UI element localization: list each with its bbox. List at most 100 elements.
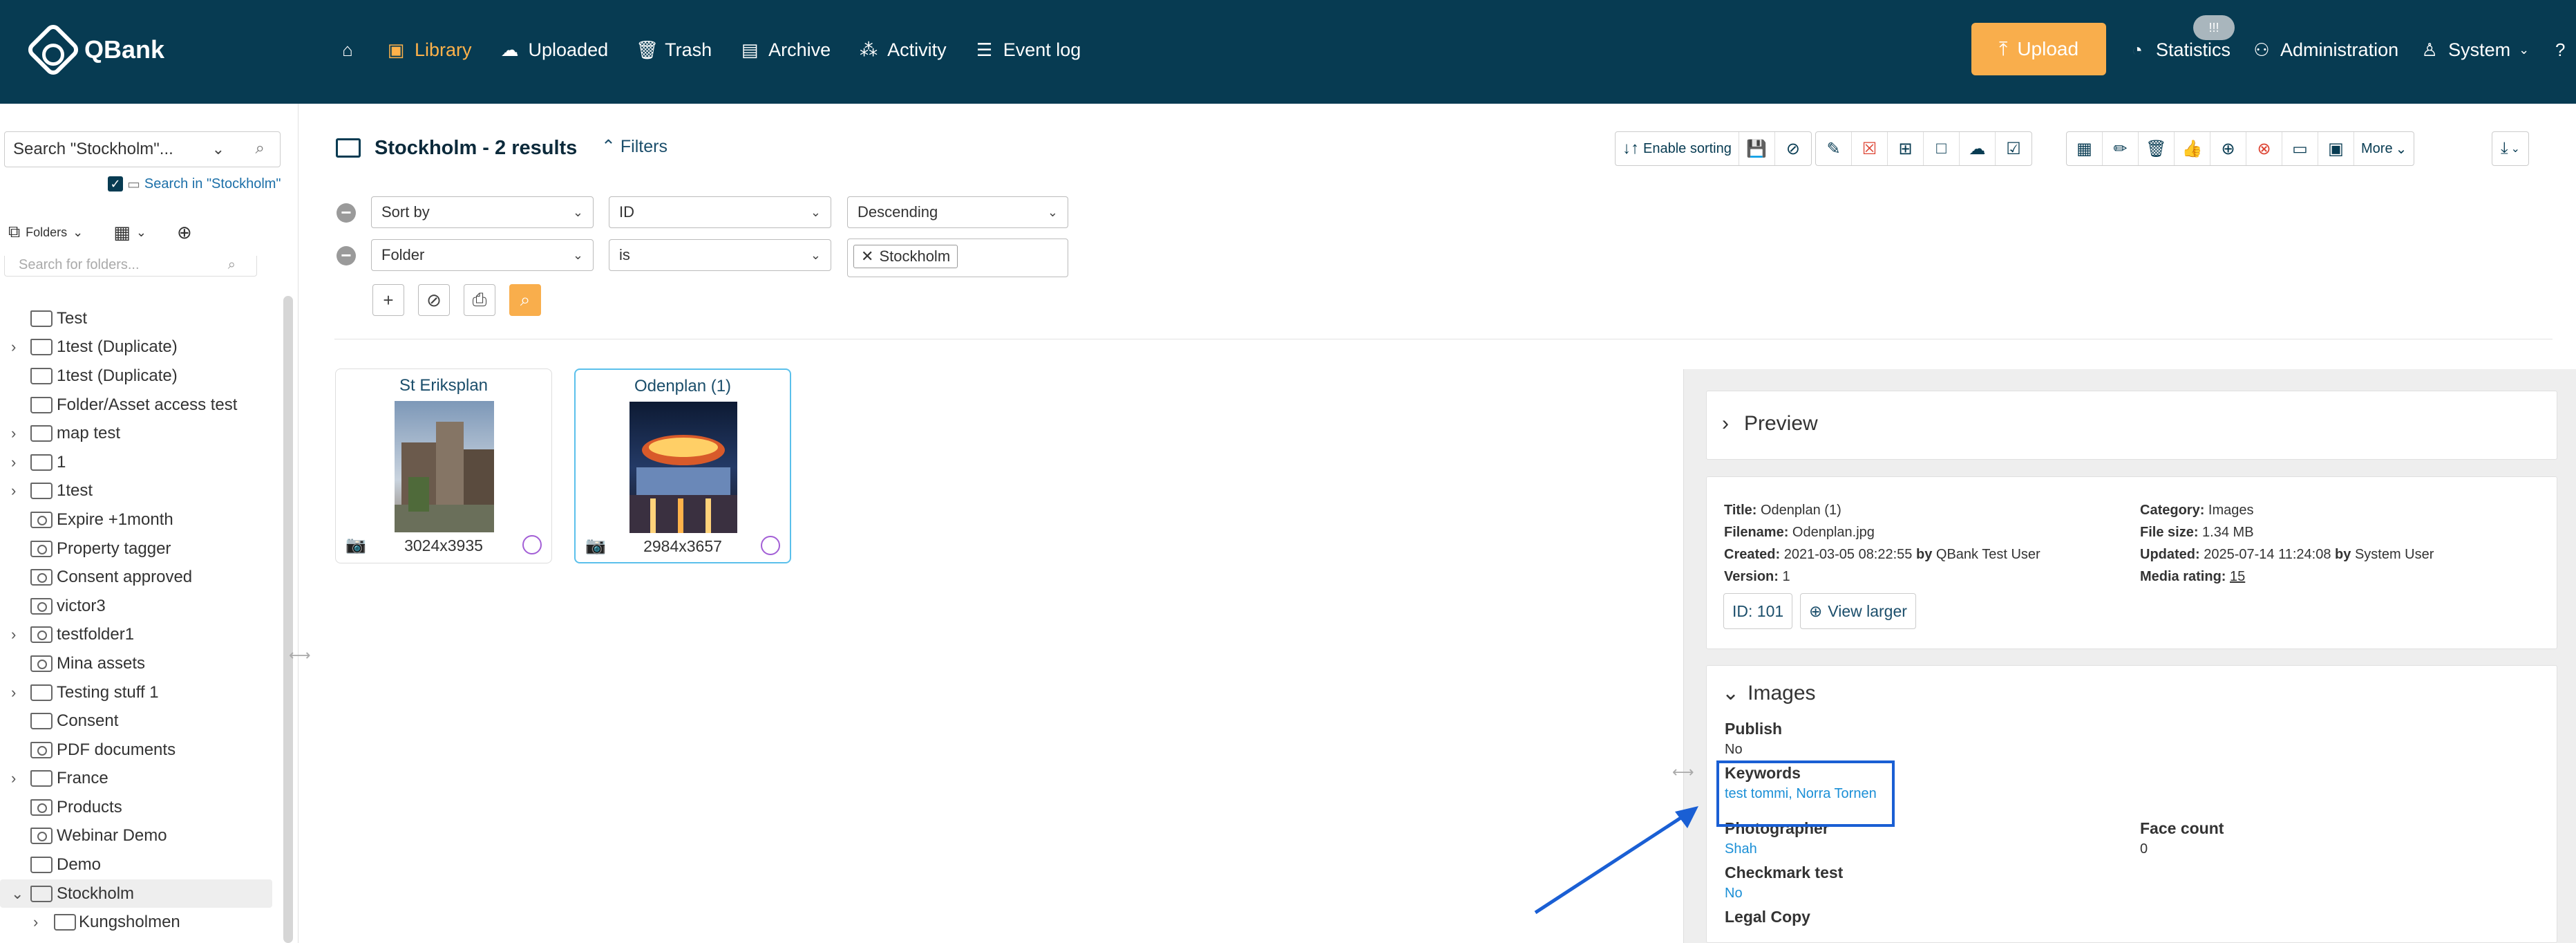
- resize-handle-icon[interactable]: ⟷: [289, 646, 311, 664]
- sort-direction-select[interactable]: Descending ⌄: [847, 196, 1068, 228]
- pencil-icon[interactable]: ✏: [2103, 132, 2139, 165]
- search-icon[interactable]: ⌕: [256, 139, 265, 158]
- asset-thumbnail[interactable]: [629, 402, 737, 533]
- nav-event-log[interactable]: ☰ Event log: [974, 39, 1081, 61]
- asset-thumbnail[interactable]: [395, 401, 494, 532]
- chevron-right-icon[interactable]: ›: [11, 424, 16, 442]
- nav-statistics[interactable]: ◔ Statistics: [2127, 39, 2231, 61]
- nav-administration[interactable]: ⚇ Administration: [2251, 39, 2398, 61]
- tree-item[interactable]: › Kungsholmen: [0, 908, 274, 937]
- tree-item[interactable]: 1test (Duplicate): [0, 362, 274, 391]
- save-icon[interactable]: 💾: [1739, 132, 1775, 165]
- filter-field-select[interactable]: Folder ⌄: [371, 239, 594, 271]
- enable-sorting-button[interactable]: ↓↑ Enable sorting: [1616, 132, 1739, 165]
- chevron-down-icon[interactable]: ⌄: [212, 140, 225, 158]
- chevron-right-icon[interactable]: ›: [11, 684, 16, 702]
- sort-field-select[interactable]: Sort by ⌄: [371, 196, 594, 228]
- tree-item[interactable]: Expire +1month: [0, 505, 274, 534]
- clear-filters-button[interactable]: ⊘: [418, 284, 450, 316]
- view-larger-button[interactable]: ⊕ View larger: [1800, 593, 1916, 629]
- folder-icon[interactable]: ▭: [2282, 132, 2318, 165]
- check-square-icon[interactable]: ☑: [1996, 132, 2032, 165]
- tree-item[interactable]: Folder/Asset access test: [0, 391, 274, 420]
- qbank-logo[interactable]: QBank: [24, 21, 164, 79]
- add-filter-button[interactable]: +: [372, 284, 404, 316]
- nav-activity[interactable]: ⁂ Activity: [858, 39, 947, 61]
- filter-operator-select[interactable]: is ⌄: [609, 239, 831, 271]
- thumbs-up-icon[interactable]: 👍: [2175, 132, 2210, 165]
- search-button[interactable]: ⌕: [509, 284, 541, 316]
- tree-item[interactable]: Products: [0, 793, 274, 822]
- tree-item[interactable]: Webinar Demo: [0, 822, 274, 851]
- help-icon[interactable]: ?: [2550, 39, 2570, 61]
- chevron-right-icon[interactable]: ›: [11, 482, 16, 500]
- save-filter-button[interactable]: ⎙: [464, 284, 495, 316]
- tree-item[interactable]: › map test: [0, 419, 274, 448]
- grid-icon[interactable]: ▦: [2067, 132, 2103, 165]
- tree-item[interactable]: › 1test (Duplicate): [0, 333, 274, 362]
- filter-value-input[interactable]: ✕ Stockholm: [847, 239, 1068, 277]
- tree-item[interactable]: victor3: [0, 592, 274, 621]
- chevron-down-icon[interactable]: ⌄: [11, 885, 23, 903]
- sidebar-search-input[interactable]: Search "Stockholm"... ⌄ ⌕: [4, 131, 281, 167]
- globe-icon[interactable]: ⊕: [177, 222, 192, 243]
- nav-archive[interactable]: ▤ Archive: [739, 39, 831, 61]
- folders-dropdown[interactable]: ⧉ Folders ⌄: [8, 223, 83, 242]
- sidebar-scrollbar[interactable]: [283, 296, 293, 943]
- globe-icon[interactable]: [522, 535, 542, 554]
- asset-card[interactable]: St Eriksplan 📷 3024x3935: [335, 368, 552, 563]
- tree-item[interactable]: › France: [0, 765, 274, 794]
- globe-off-icon[interactable]: ⊗: [2246, 132, 2282, 165]
- checkmark-value[interactable]: No: [1725, 886, 1743, 902]
- tree-item[interactable]: Demo: [0, 850, 274, 879]
- cloud-icon[interactable]: ☁: [1960, 132, 1996, 165]
- chevron-right-icon[interactable]: ›: [11, 626, 16, 644]
- remove-filter-button[interactable]: −: [337, 203, 356, 223]
- view-mode-dropdown[interactable]: ▦ ⌄: [113, 222, 146, 243]
- sort-key-select[interactable]: ID ⌄: [609, 196, 831, 228]
- tree-item[interactable]: Mina assets: [0, 649, 274, 678]
- chevron-right-icon[interactable]: ›: [11, 454, 16, 472]
- hierarchy-icon[interactable]: ⊞: [1888, 132, 1924, 165]
- nav-trash[interactable]: 🗑 Trash: [636, 39, 712, 61]
- tree-item[interactable]: › Testing stuff 1: [0, 678, 274, 707]
- close-icon[interactable]: ✕: [861, 248, 873, 265]
- nav-uploaded[interactable]: ☁ Uploaded: [500, 39, 609, 61]
- remove-filter-button[interactable]: −: [337, 246, 356, 265]
- resize-handle-icon[interactable]: ⟷: [1672, 763, 1696, 781]
- nav-library[interactable]: ▣ Library: [386, 39, 472, 61]
- tree-item[interactable]: › 1test: [0, 477, 274, 506]
- tree-item[interactable]: PDF documents: [0, 736, 274, 765]
- tree-item[interactable]: Test: [0, 304, 274, 333]
- preview-section[interactable]: › Preview: [1706, 391, 2557, 460]
- filters-toggle[interactable]: ⌃ Filters: [601, 136, 667, 157]
- folder-search-input[interactable]: Search for folders... ⌕: [4, 256, 257, 277]
- nav-system[interactable]: ♙ System ⌄: [2419, 39, 2529, 61]
- chevron-right-icon[interactable]: ›: [11, 769, 16, 787]
- photographer-value[interactable]: Shah: [1725, 841, 1757, 857]
- remove-selection-icon[interactable]: ☒: [1852, 132, 1888, 165]
- checkbox-checked-icon[interactable]: ✓: [108, 176, 123, 192]
- images-section-toggle[interactable]: ⌄ Images: [1722, 681, 1816, 705]
- edit-selection-icon[interactable]: ✎: [1816, 132, 1852, 165]
- chevron-right-icon[interactable]: ›: [11, 338, 16, 356]
- tree-item-selected[interactable]: ⌄ Stockholm: [0, 879, 272, 908]
- home-icon[interactable]: ⌂: [337, 39, 358, 61]
- trash-icon[interactable]: 🗑: [2139, 132, 2175, 165]
- download-dropdown[interactable]: ⤓ ⌄: [2492, 132, 2528, 165]
- upload-button[interactable]: ⤒ Upload: [1971, 23, 2106, 75]
- chevron-right-icon[interactable]: ›: [33, 913, 38, 931]
- square-icon[interactable]: □: [1924, 132, 1960, 165]
- globe-icon[interactable]: [761, 536, 780, 555]
- tree-item[interactable]: Consent: [0, 707, 274, 736]
- more-dropdown[interactable]: More ⌄: [2354, 132, 2414, 165]
- tree-item[interactable]: › testfolder1: [0, 621, 274, 650]
- block-icon[interactable]: ⊘: [1775, 132, 1811, 165]
- layout-icon[interactable]: ▣: [2318, 132, 2354, 165]
- globe-icon[interactable]: ⊕: [2210, 132, 2246, 165]
- search-in-folder-checkbox[interactable]: ✓ ▭ Search in "Stockholm": [108, 174, 281, 194]
- tree-item[interactable]: › 1: [0, 448, 274, 477]
- tree-item[interactable]: Consent approved: [0, 563, 274, 592]
- tree-item[interactable]: Property tagger: [0, 534, 274, 563]
- asset-card-selected[interactable]: Odenplan (1) 📷 2984x3657: [574, 368, 791, 563]
